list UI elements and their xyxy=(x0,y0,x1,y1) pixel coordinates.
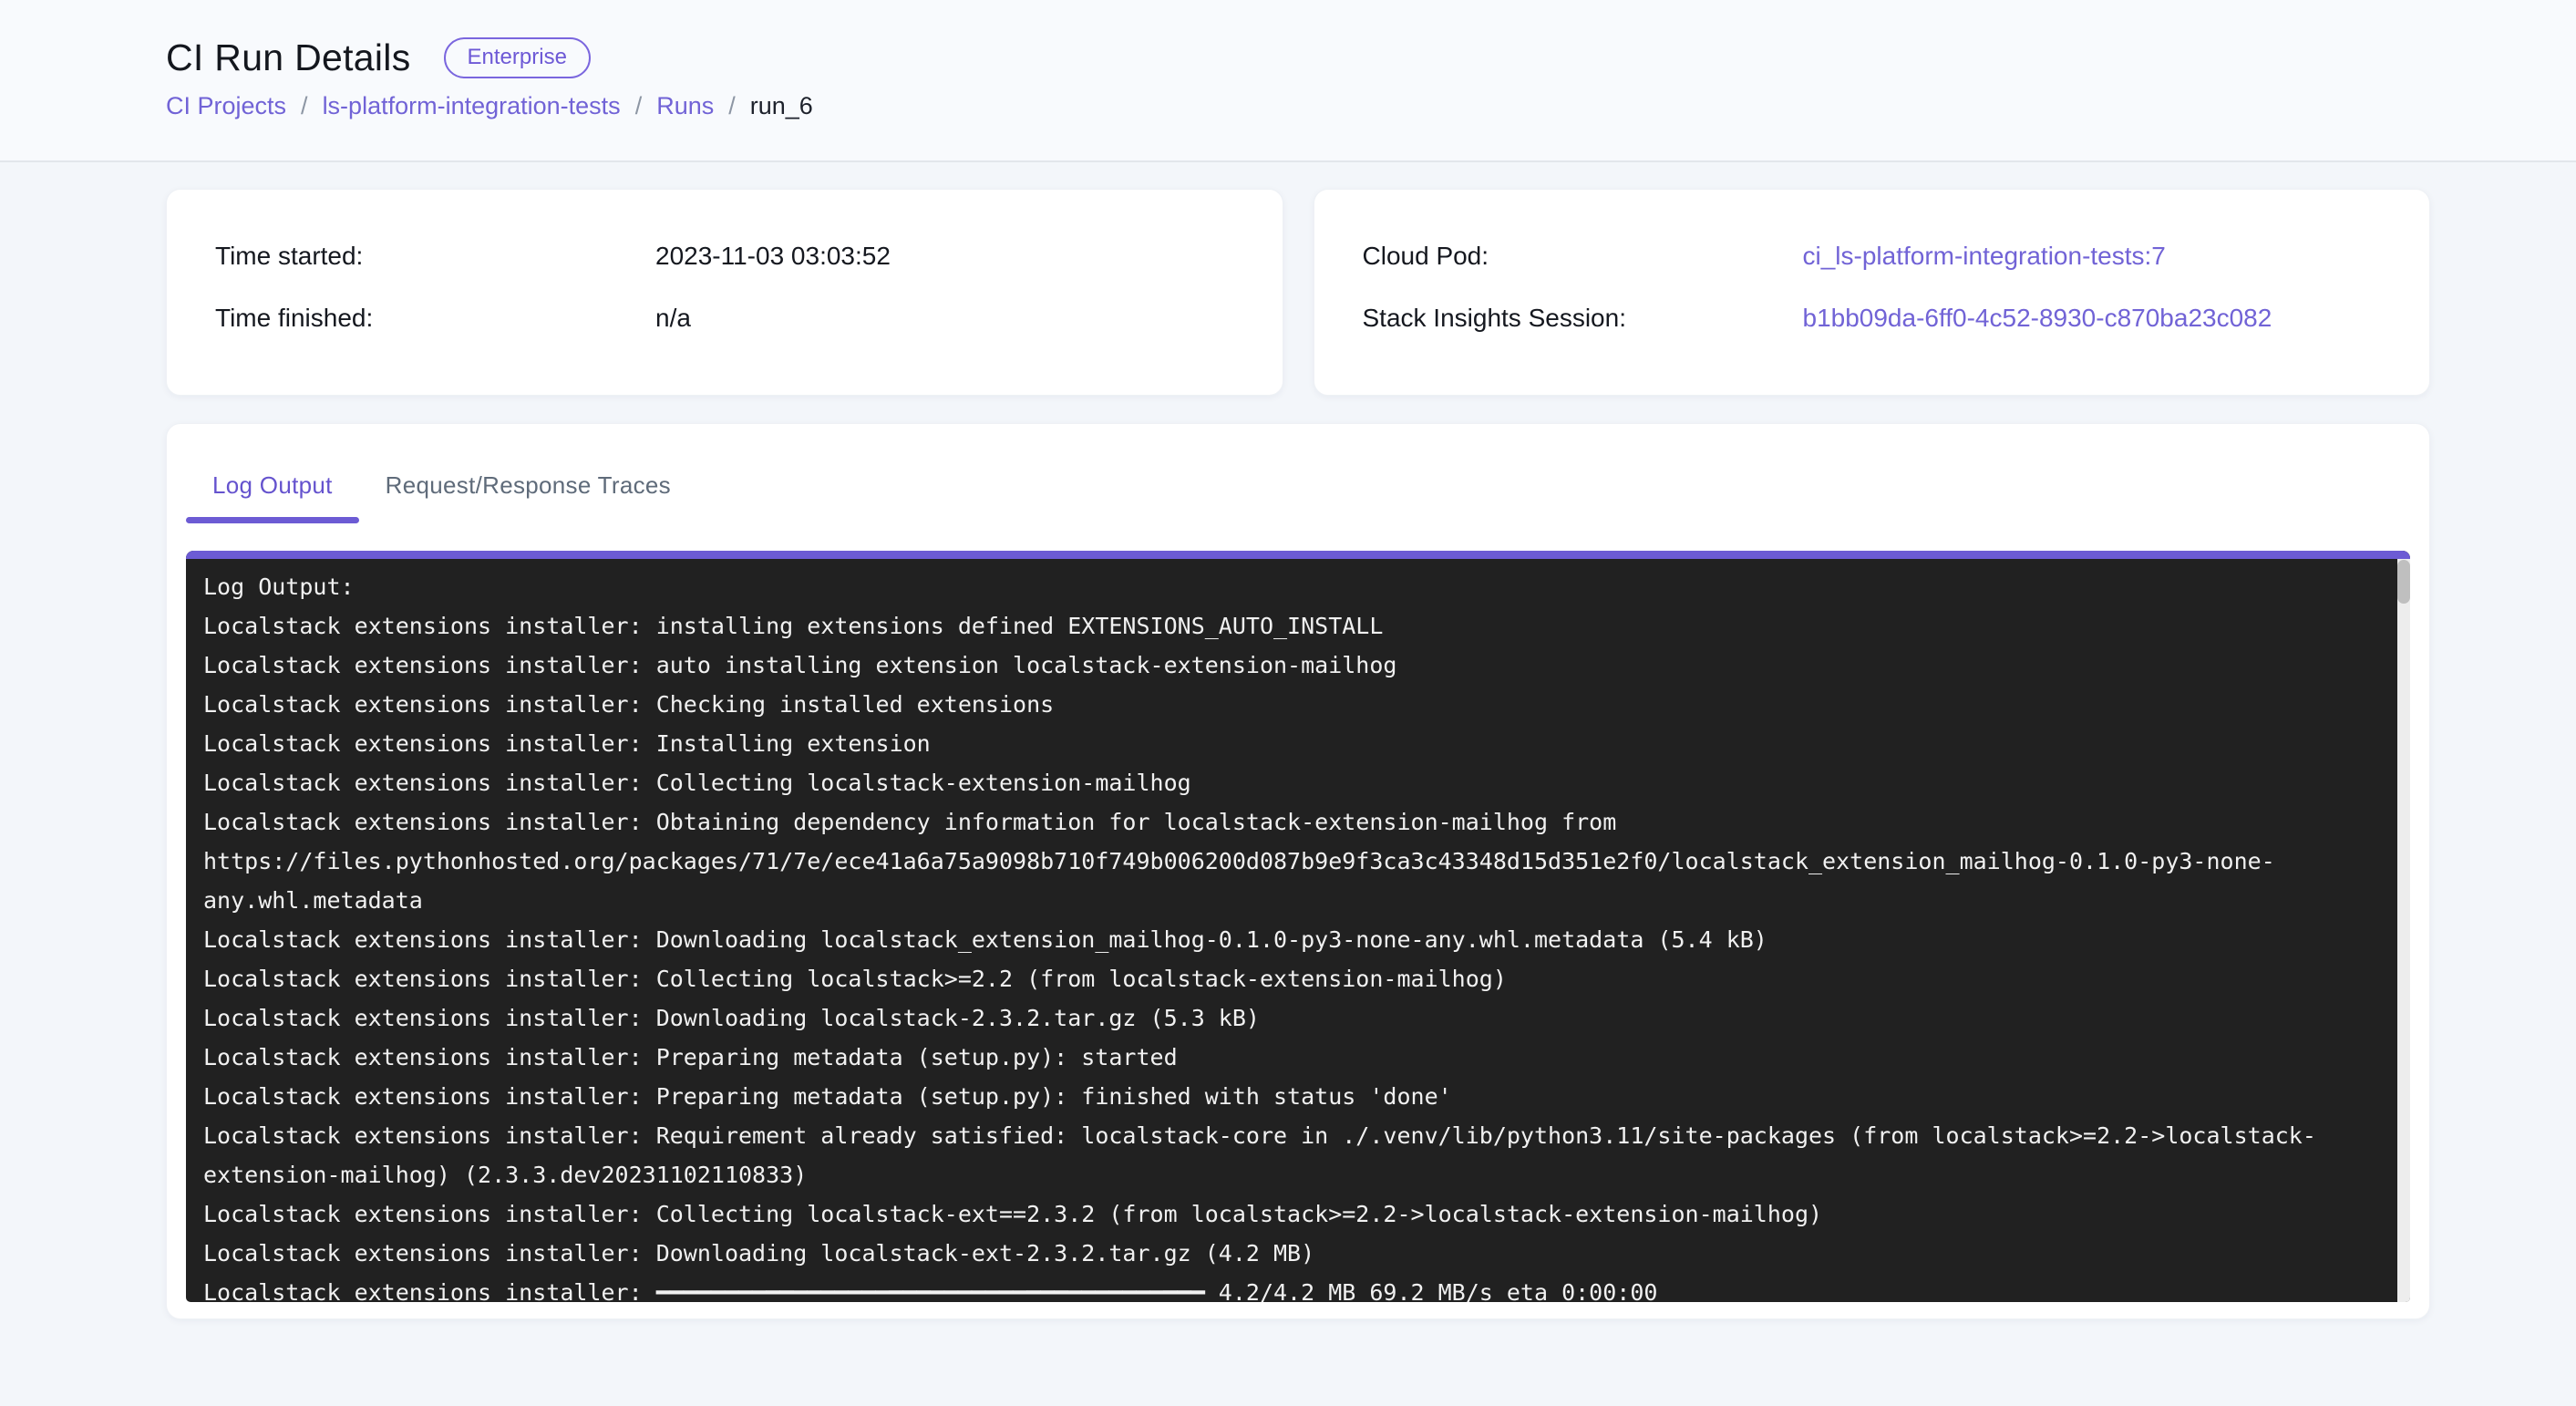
run-times-card: Time started: 2023-11-03 03:03:52 Time f… xyxy=(166,189,1283,396)
breadcrumb-separator: / xyxy=(728,92,736,120)
time-finished-row: Time finished: n/a xyxy=(215,304,1246,333)
tab-request-response-traces[interactable]: Request/Response Traces xyxy=(359,471,697,523)
info-cards-row: Time started: 2023-11-03 03:03:52 Time f… xyxy=(166,189,2430,396)
tabs: Log Output Request/Response Traces xyxy=(186,424,2410,523)
log-line: Localstack extensions installer: Require… xyxy=(203,1116,2383,1155)
log-line: Localstack extensions installer: Downloa… xyxy=(203,998,2383,1038)
session-card: Cloud Pod: ci_ls-platform-integration-te… xyxy=(1314,189,2431,396)
log-line: Localstack extensions installer: Collect… xyxy=(203,959,2383,998)
log-scrollbar-thumb[interactable] xyxy=(2397,560,2410,604)
log-terminal: Log Output: Localstack extensions instal… xyxy=(186,551,2410,1302)
time-started-row: Time started: 2023-11-03 03:03:52 xyxy=(215,242,1246,271)
log-line: Localstack extensions installer: Install… xyxy=(203,724,2383,763)
tab-log-output-label: Log Output xyxy=(212,471,333,499)
page-header: CI Run Details Enterprise CI Projects / … xyxy=(0,0,2576,162)
log-line: Localstack extensions installer: Obtaini… xyxy=(203,802,2383,842)
log-line: Localstack extensions installer: Checkin… xyxy=(203,685,2383,724)
tab-log-output[interactable]: Log Output xyxy=(186,471,359,523)
breadcrumb-current: run_6 xyxy=(750,92,813,120)
cloud-pod-label: Cloud Pod: xyxy=(1363,242,1803,271)
log-line: Localstack extensions installer: Prepari… xyxy=(203,1077,2383,1116)
log-line: https://files.pythonhosted.org/packages/… xyxy=(203,842,2383,881)
breadcrumb-link-ci-projects[interactable]: CI Projects xyxy=(166,92,286,120)
time-started-label: Time started: xyxy=(215,242,655,271)
page-title: CI Run Details xyxy=(166,36,411,79)
breadcrumb-link-runs[interactable]: Runs xyxy=(656,92,714,120)
terminal-progress-bar xyxy=(186,551,2410,559)
log-line: extension-mailhog) (2.3.3.dev20231102110… xyxy=(203,1155,2383,1194)
log-line: Localstack extensions installer: Downloa… xyxy=(203,1234,2383,1273)
log-line: Localstack extensions installer: Downloa… xyxy=(203,920,2383,959)
log-line: Localstack extensions installer: Collect… xyxy=(203,1194,2383,1234)
title-row: CI Run Details Enterprise xyxy=(166,36,2576,79)
log-card: Log Output Request/Response Traces Log O… xyxy=(166,423,2430,1319)
log-line: Localstack extensions installer: Collect… xyxy=(203,763,2383,802)
cloud-pod-row: Cloud Pod: ci_ls-platform-integration-te… xyxy=(1363,242,2394,271)
log-line: Localstack extensions installer: install… xyxy=(203,606,2383,646)
enterprise-badge: Enterprise xyxy=(444,37,591,79)
terminal-body[interactable]: Log Output: Localstack extensions instal… xyxy=(186,559,2410,1302)
log-line: Localstack extensions installer: Prepari… xyxy=(203,1038,2383,1077)
tab-request-response-traces-label: Request/Response Traces xyxy=(386,471,671,499)
log-line: any.whl.metadata xyxy=(203,881,2383,920)
time-finished-value: n/a xyxy=(655,304,691,333)
breadcrumb-separator: / xyxy=(635,92,643,120)
log-line: Localstack extensions installer: ━━━━━━━… xyxy=(203,1273,2383,1302)
breadcrumb: CI Projects / ls-platform-integration-te… xyxy=(166,92,2576,120)
breadcrumb-link-project[interactable]: ls-platform-integration-tests xyxy=(323,92,621,120)
ci-run-details-page: CI Run Details Enterprise CI Projects / … xyxy=(0,0,2576,1319)
breadcrumb-separator: / xyxy=(301,92,308,120)
time-started-value: 2023-11-03 03:03:52 xyxy=(655,242,891,271)
stack-insights-session-label: Stack Insights Session: xyxy=(1363,304,1803,333)
main-content: Time started: 2023-11-03 03:03:52 Time f… xyxy=(0,162,2576,1319)
cloud-pod-link[interactable]: ci_ls-platform-integration-tests:7 xyxy=(1803,242,2166,271)
log-line: Localstack extensions installer: auto in… xyxy=(203,646,2383,685)
log-scrollbar[interactable] xyxy=(2397,559,2410,1302)
time-finished-label: Time finished: xyxy=(215,304,655,333)
log-output-text: Log Output: Localstack extensions instal… xyxy=(186,559,2410,1302)
stack-insights-session-row: Stack Insights Session: b1bb09da-6ff0-4c… xyxy=(1363,304,2394,333)
log-line: Log Output: xyxy=(203,567,2383,606)
active-tab-indicator xyxy=(186,517,359,523)
stack-insights-session-link[interactable]: b1bb09da-6ff0-4c52-8930-c870ba23c082 xyxy=(1803,304,2272,333)
